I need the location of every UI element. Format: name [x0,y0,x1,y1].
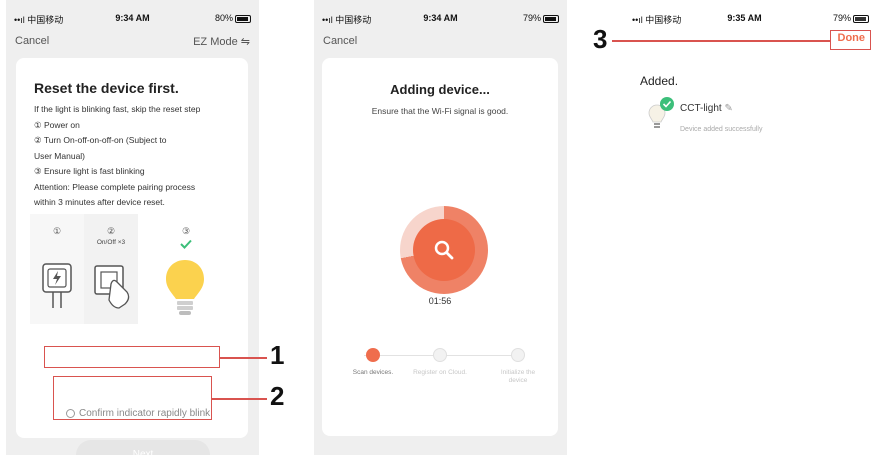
callout-box-next [53,376,212,420]
callout-box-done [830,30,871,50]
battery-indicator: 80% [215,13,251,23]
battery-percent: 79% [832,13,851,23]
device-name: CCT-light ✎ [680,103,733,114]
search-icon [434,240,454,260]
battery-percent: 80% [214,13,233,23]
adding-card: Adding device... Ensure that the Wi-Fi s… [322,58,558,436]
instruction-line: ② Turn On-off-on-off-on (Subject to [34,135,167,145]
cancel-button[interactable]: Cancel [15,35,49,47]
callout-line-2 [211,398,267,400]
wifi-hint: Ensure that the Wi-Fi signal is good. [371,106,509,116]
countdown-timer: 01:56 [428,296,452,306]
step-initialize-icon [511,348,525,362]
step-register-label: Register on Cloud. [413,369,467,376]
battery-icon [853,14,869,23]
battery-indicator: 79% [833,13,869,23]
status-bar: ••ıl 中国移动 9:34 AM 79% [314,0,567,36]
nav-bar: Cancel EZ Mode ⇋ [6,33,259,53]
instruction-line: ① Power on [34,119,80,130]
callout-number-3: 3 [593,24,608,54]
step-scan-icon [366,348,380,362]
status-bar: ••ıl 中国移动 9:34 AM 80% [6,0,259,36]
battery-indicator: 79% [523,13,559,23]
step-power-on: ① [30,214,84,324]
instruction-line: User Manual) [34,150,86,161]
step-initialize-label: Initialize the device [500,369,536,384]
next-button[interactable]: Next [76,440,210,455]
battery-icon [543,14,559,23]
reset-instructions: If the light is blinking fast, skip the … [34,102,238,211]
device-status: Device added successfully [680,126,763,133]
callout-line-3 [612,40,830,42]
cancel-button[interactable]: Cancel [323,35,357,47]
instruction-line: Attention: Please complete pairing proce… [34,181,196,192]
search-progress [400,206,488,294]
added-title: Added. [640,74,679,88]
adding-device-screen: ••ıl 中国移动 9:34 AM 79% Cancel Adding devi… [314,0,567,455]
battery-percent: 79% [522,13,541,23]
edit-pencil-icon[interactable]: ✎ [724,103,732,114]
callout-box-confirm [44,346,220,368]
step-number: ① [52,226,62,236]
battery-icon [235,14,251,23]
adding-title: Adding device... [390,82,490,97]
instruction-line: If the light is blinking fast, skip the … [34,104,201,114]
step-number: ③ [181,226,191,236]
instruction-line: ③ Ensure light is fast blinking [34,166,145,176]
step-toggle-switch: ② On/Off ×3 [84,214,138,324]
swap-icon: ⇋ [240,36,250,48]
step-subtext: On/Off ×3 [96,239,126,246]
callout-number-1: 1 [270,340,285,370]
step-number: ② [106,226,116,236]
success-check-icon [660,97,674,111]
callout-number-2: 2 [270,381,285,411]
nav-bar: Cancel [314,33,567,53]
reset-illustration: ① ② On/Off ×3 ③ [30,214,234,324]
check-icon [180,239,192,249]
step-scan-label: Scan devices. [352,369,394,376]
reset-title: Reset the device first. [34,80,179,96]
power-plug-icon [42,263,72,308]
step-blinking: ③ [138,214,234,324]
device-name-text: CCT-light [680,103,722,114]
switch-hand-icon [94,265,130,309]
instruction-line: within 3 minutes after device reset. [34,197,165,207]
callout-line-1 [219,357,267,359]
light-bulb-icon [166,260,204,315]
device-added-screen: ••ıl 中国移动 9:35 AM 79% Done Added. CCT-li… [618,0,871,455]
ez-mode-switch[interactable]: EZ Mode ⇋ [193,35,250,48]
step-register-icon [433,348,447,362]
ez-mode-label: EZ Mode [193,36,238,48]
